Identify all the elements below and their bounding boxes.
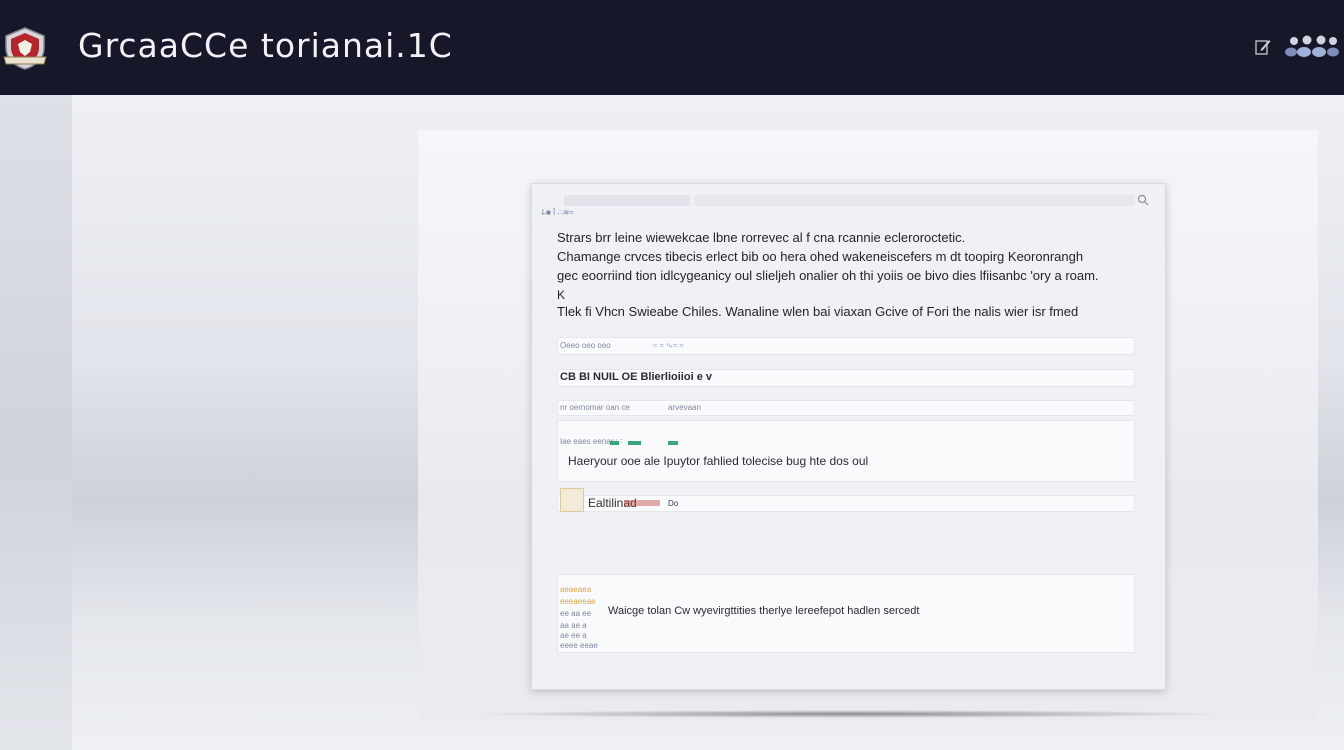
list-item-label: ee aa ee bbox=[560, 609, 592, 618]
row-text: Waicge tolan Cw wyevirgttities therlye l… bbox=[608, 605, 920, 617]
status-tag bbox=[668, 441, 678, 445]
edit-icon[interactable] bbox=[1255, 38, 1271, 56]
paragraph-line: Tlek fi Vhcn Swieabe Chiles. Wanaline wl… bbox=[557, 304, 1079, 319]
list-item-meta: Do bbox=[668, 499, 679, 508]
paragraph-line: Strars brr leine wiewekcae lbne rorrevec… bbox=[557, 230, 966, 245]
list-item-label: aeaeaea bbox=[560, 585, 592, 594]
left-rail bbox=[0, 95, 72, 750]
users-group-icon[interactable] bbox=[1283, 34, 1341, 58]
list-item-label: Oeeo oeo oeo bbox=[560, 341, 611, 350]
list-item-label: nr oernomar oan ce bbox=[560, 403, 630, 412]
paragraph-line: gec eoorriind tion idlcygeanicy oul slie… bbox=[557, 268, 1099, 283]
row-heading: CB BI NUIL OE Blierlioiioi e v bbox=[560, 371, 712, 383]
status-tag bbox=[628, 441, 641, 445]
list-item[interactable]: aeaeaea eeeaeeae ee aa ee aa ae a ae ee … bbox=[557, 574, 1135, 653]
list-item-meta: ≈ ≈ ∿≈ ≈ bbox=[653, 341, 684, 350]
list-item-label: ae ee a bbox=[560, 631, 587, 640]
list-item[interactable]: CB BI NUIL OE Blierlioiioi e v bbox=[557, 369, 1135, 387]
paragraph-line: K bbox=[557, 288, 566, 302]
row-text: Haeryour ooe ale Ipuytor fahlied tolecis… bbox=[568, 454, 869, 468]
app-title: GrcaaCCe torianai.1C bbox=[78, 26, 453, 65]
status-tag bbox=[610, 441, 619, 445]
window-nav[interactable]: l̶ ■ Î ∴≋≈ bbox=[542, 208, 632, 218]
list-item[interactable]: Iae eaes eenar : ∶ Haeryour ooe ale Ipuy… bbox=[557, 420, 1135, 482]
document-window: l̶ ■ Î ∴≋≈ Strars brr leine wiewekcae lb… bbox=[531, 183, 1166, 690]
list-item[interactable]: Ealtilinad Do bbox=[557, 488, 1135, 512]
list-item-meta: arvevaan bbox=[668, 403, 701, 412]
paragraph-line: Chamange crvces tibecis erlect bib oo he… bbox=[557, 249, 1084, 264]
floor-shadow bbox=[470, 710, 1230, 718]
list-item-label: eeeaeeae bbox=[560, 597, 596, 606]
list-item[interactable]: nr oernomar oan ce arvevaan bbox=[557, 400, 1135, 416]
address-field-secondary[interactable] bbox=[694, 195, 1134, 206]
app-header: GrcaaCCe torianai.1C bbox=[0, 0, 1344, 95]
thumbnail bbox=[560, 488, 584, 512]
crest-logo-icon[interactable] bbox=[0, 22, 50, 72]
list-item-label: eeee eeae bbox=[560, 641, 598, 650]
list-item[interactable]: Oeeo oeo oeo ≈ ≈ ∿≈ ≈ bbox=[557, 337, 1135, 355]
search-icon[interactable] bbox=[1137, 194, 1149, 206]
list-item-label: aa ae a bbox=[560, 621, 587, 630]
address-field[interactable] bbox=[564, 195, 690, 206]
highlight-mark bbox=[624, 500, 660, 506]
